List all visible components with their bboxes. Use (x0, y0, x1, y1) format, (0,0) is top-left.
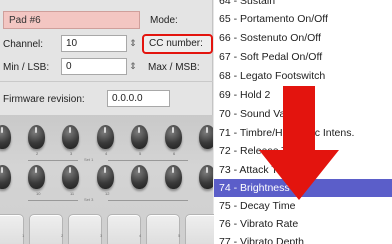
cc-number-dropdown[interactable]: 64 - Sustain 65 - Portamento On/Off 66 -… (214, 0, 392, 244)
channel-label: Channel: (3, 39, 44, 50)
channel-stepper-icon[interactable]: ⇕ (128, 35, 138, 52)
dropdown-option[interactable]: 69 - Hold 2 (214, 86, 392, 104)
dropdown-option[interactable]: 70 - Sound Variation (214, 105, 392, 123)
mode-label: Mode: (150, 15, 178, 26)
knob (199, 125, 213, 149)
set-label: Set 3 (84, 197, 94, 202)
pad-number: 5 (178, 233, 181, 238)
firmware-label: Firmware revision: (3, 94, 85, 105)
knob (62, 125, 79, 149)
knob-number: 3 (70, 151, 73, 156)
hardware-pad (0, 214, 24, 244)
dropdown-option[interactable]: 67 - Soft Pedal On/Off (214, 48, 392, 66)
set-divider (28, 200, 78, 201)
channel-input[interactable]: 10 (61, 35, 127, 52)
knob (165, 165, 182, 189)
set-divider (28, 160, 78, 161)
dropdown-option[interactable]: 66 - Sostenuto On/Off (214, 29, 392, 47)
knob (97, 165, 114, 189)
knob (131, 165, 148, 189)
min-lsb-input[interactable]: 0 (61, 58, 127, 75)
knob (28, 165, 45, 189)
dropdown-option[interactable]: 75 - Decay Time (214, 197, 392, 215)
dropdown-option[interactable]: 64 - Sustain (214, 0, 392, 10)
dropdown-option[interactable]: 68 - Legato Footswitch (214, 67, 392, 85)
cc-number-label: CC number: (149, 38, 203, 49)
firmware-value: 0.0.0.0 (107, 90, 170, 107)
knob-number: 6 (173, 151, 176, 156)
pad-number: 3 (100, 233, 103, 238)
cc-number-label-highlighted: CC number: (142, 34, 213, 54)
knob (62, 165, 79, 189)
hardware-pad (107, 214, 141, 244)
knob-number: 11 (70, 191, 75, 196)
hardware-pad (68, 214, 102, 244)
knob-number: 4 (105, 151, 108, 156)
divider (0, 81, 213, 82)
pad-number: 2 (61, 233, 64, 238)
hardware-pad (29, 214, 63, 244)
knob-number: 2 (36, 151, 39, 156)
dropdown-option[interactable]: 71 - Timbre/Harmonic Intens. (214, 124, 392, 142)
set-label: Set 1 (84, 157, 94, 162)
knob (28, 125, 45, 149)
knob (0, 125, 11, 149)
knob (97, 125, 114, 149)
knob (0, 165, 11, 189)
dropdown-option[interactable]: 73 - Attack Time (214, 161, 392, 179)
knob (165, 125, 182, 149)
dropdown-option[interactable]: 72 - Release Time (214, 142, 392, 160)
pad-settings-panel: Pad #6 Mode: Channel: 10 ⇕ CC number: Mi… (0, 0, 219, 244)
knob (131, 125, 148, 149)
knob-number: 10 (36, 191, 41, 196)
knob-number: 5 (139, 151, 142, 156)
pad-number: 1 (22, 233, 25, 238)
dropdown-option-selected[interactable]: 74 - Brightness (214, 179, 392, 197)
hardware-pad (146, 214, 180, 244)
min-lsb-stepper-icon[interactable]: ⇕ (128, 58, 138, 75)
set-divider (108, 200, 188, 201)
max-msb-label: Max / MSB: (148, 62, 200, 73)
dropdown-option[interactable]: 65 - Portamento On/Off (214, 10, 392, 28)
set-divider (108, 160, 188, 161)
dropdown-option[interactable]: 77 - Vibrato Depth (214, 233, 392, 244)
knob (199, 165, 213, 189)
dropdown-option[interactable]: 76 - Vibrato Rate (214, 215, 392, 233)
pad-name-field[interactable]: Pad #6 (3, 11, 140, 29)
pad-number: 4 (139, 233, 142, 238)
min-lsb-label: Min / LSB: (3, 62, 50, 73)
knob-number: 12 (105, 191, 110, 196)
